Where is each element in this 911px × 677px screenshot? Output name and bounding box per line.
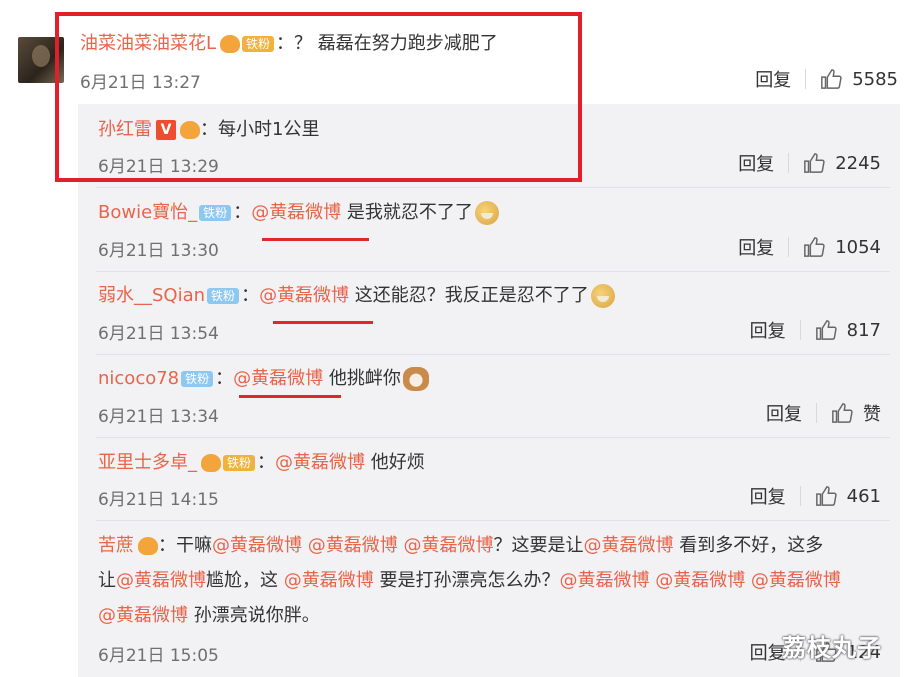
highlight-box [55,12,582,182]
thumbs-up-icon[interactable] [831,402,853,424]
like-label[interactable]: 赞 [863,400,881,426]
mention-link[interactable]: @黄磊微博 [583,535,673,556]
reply-line: nicoco78 铁粉 ：@黄磊微博 他挑衅你 [98,366,429,392]
mention-link[interactable]: @黄磊微博 [302,535,398,556]
watermark: 荔枝丸子 [782,634,882,662]
doge-emoji-icon [474,201,499,225]
highlight-underline [239,395,341,398]
divider [96,187,890,188]
like-count: 5585 [852,68,898,90]
reply-text: 孙漂亮说你胖。 [188,605,320,626]
reply-button[interactable]: 回复 [766,400,802,426]
username-link[interactable]: 亚里士多卓_ [98,452,197,473]
thumbs-up-icon[interactable] [803,236,825,258]
mention-link[interactable]: @黄磊微博 [233,368,323,389]
reply-text: 他好烦 [365,452,425,473]
reply-line: 苦蔗 ：干嘛@黄磊微博 @黄磊微博 @黄磊微博？这要是让@黄磊微博 看到多不好，这… [98,533,823,559]
mention-link[interactable]: @黄磊微博 [398,535,493,556]
separator: ： [215,368,234,389]
divider [816,403,817,423]
timestamp: 6月21日 13:30 [98,241,219,261]
timestamp: 6月21日 15:05 [98,646,219,666]
thumbs-up-icon[interactable] [815,485,837,507]
reply-text: 尴尬，这 [206,570,284,591]
mention-link[interactable]: @黄磊微博 [275,452,365,473]
reply-actions: 回复 2245 [738,150,881,176]
like-count: 2245 [835,152,881,174]
mention-link[interactable]: @黄磊微博 [116,570,206,591]
reply-actions: 回复 461 [750,483,881,509]
fan-badge: 铁粉 [199,205,232,221]
mention-link[interactable]: @黄磊微博 [559,570,649,591]
mention-link[interactable]: @黄磊微博 [649,570,745,591]
like-count: 461 [846,485,881,507]
reply-text: 是我就忍不了了 [341,202,473,223]
divider [799,486,801,506]
reply-text: 让 [98,570,116,591]
reply-button[interactable]: 回复 [750,317,786,343]
reply-button[interactable]: 回复 [738,234,774,260]
reply-button[interactable]: 回复 [750,483,786,509]
username-link[interactable]: Bowie寶怡_ [98,202,197,223]
reply-button[interactable]: 回复 [750,639,786,665]
divider [96,520,890,521]
divider [96,271,890,272]
username-link[interactable]: nicoco78 [98,368,179,389]
reply-line: 亚里士多卓_ 铁粉 ：@黄磊微博 他好烦 [98,450,425,476]
fan-badge: 铁粉 [181,371,214,387]
fan-badge: 铁粉 [207,288,240,304]
fan-badge: 铁粉 [223,455,256,471]
thumbs-up-icon[interactable] [803,152,825,174]
reply-line: @黄磊微博 孙漂亮说你胖。 [98,603,320,629]
reply-actions: 回复 817 [750,317,881,343]
crown-level-icon [201,454,221,472]
divider [788,153,790,173]
comment-actions: 回复 5585 [755,66,898,92]
highlight-underline [262,238,369,241]
timestamp: 6月21日 13:34 [98,407,219,427]
reply-text: 干嘛 [176,535,212,556]
mention-link[interactable]: @黄磊微博 [98,605,188,626]
mention-link[interactable]: @黄磊微博 [745,570,841,591]
mention-link[interactable]: @黄磊微博 [259,285,349,306]
reply-button[interactable]: 回复 [738,150,774,176]
reply-actions: 回复 1054 [738,234,881,260]
thumbs-up-icon[interactable] [815,319,837,341]
mention-link[interactable]: @黄磊微博 [284,570,374,591]
timestamp: 6月21日 13:54 [98,324,219,344]
reply-actions: 回复 赞 [766,400,881,426]
divider [799,320,801,340]
divider [805,69,807,89]
username-link[interactable]: 苦蔗 [98,535,134,556]
like-count: 817 [846,319,881,341]
mention-link[interactable]: @黄磊微博 [251,202,341,223]
reply-text: 要是打孙漂亮怎么办？ [373,570,560,591]
divider [788,237,790,257]
thumbs-up-icon[interactable] [820,68,842,90]
separator: ： [158,535,176,556]
doge-emoji-icon [590,284,615,308]
username-link[interactable]: 弱水__SQian [98,285,205,306]
reply-text: 看到多不好，这多 [673,535,824,556]
separator: ： [257,452,276,473]
reply-line: 让@黄磊微博尴尬，这 @黄磊微博 要是打孙漂亮怎么办？@黄磊微博 @黄磊微博 @… [98,568,841,594]
reply-line: 弱水__SQian 铁粉 ：@黄磊微博 这还能忍？我反正是忍不了了 [98,283,615,309]
highlight-underline [273,321,373,324]
timestamp: 6月21日 14:15 [98,490,219,510]
reply-text: 这还能忍？我反正是忍不了了 [349,285,589,306]
mention-link[interactable]: @黄磊微博 [212,535,302,556]
reply-line: Bowie寶怡_ 铁粉 ：@黄磊微博 是我就忍不了了 [98,200,499,226]
reply-text: 他挑衅你 [323,368,401,389]
reply-button[interactable]: 回复 [755,66,791,92]
separator: ： [233,202,252,223]
reply-text: ？这要是让 [493,535,584,556]
divider [96,354,890,355]
separator: ： [241,285,260,306]
crown-level-icon [138,537,158,555]
like-count: 1054 [835,236,881,258]
divider [96,437,890,438]
cat-emoji-icon [402,367,429,391]
